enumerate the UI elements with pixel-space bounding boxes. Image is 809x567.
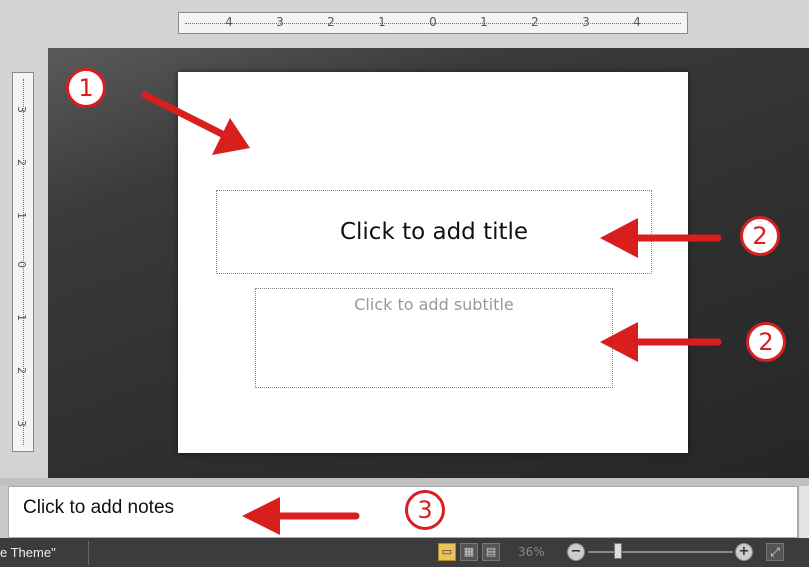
arrow-2b-head — [600, 322, 638, 362]
arrow-3-head — [242, 497, 280, 535]
callout-2-second: 2 — [746, 322, 786, 362]
arrow-1-head — [212, 118, 250, 155]
arrow-2a-head — [600, 218, 638, 258]
callout-1: 1 — [66, 68, 106, 108]
callout-2: 2 — [740, 216, 780, 256]
callout-3: 3 — [405, 490, 445, 530]
annotation-arrows — [141, 91, 722, 535]
arrow-1-shaft — [141, 91, 232, 141]
